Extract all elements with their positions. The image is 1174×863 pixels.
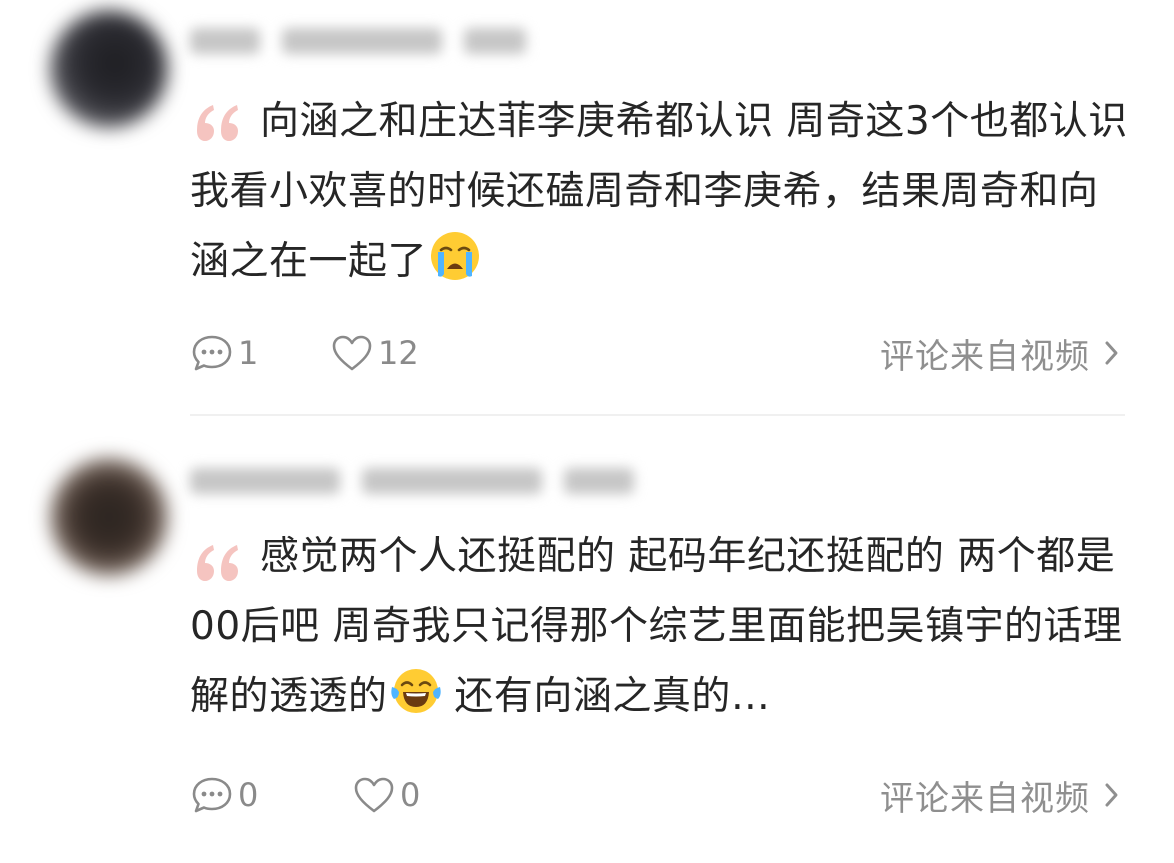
comment-meta-blurred bbox=[190, 464, 634, 498]
comment-meta-blurred bbox=[190, 24, 526, 58]
comment-text: 感觉两个人还挺配的 起码年纪还挺配的 两个都是00后吧 周奇我只记得那个综艺里面… bbox=[190, 522, 1130, 732]
comment-actions: 0 0 评论来自视频 bbox=[190, 770, 1120, 820]
heart-icon bbox=[354, 777, 394, 813]
reply-button[interactable]: 1 bbox=[190, 333, 330, 373]
comment-list: 向涵之和庄达菲李庚希都认识 周奇这3个也都认识 我看小欢喜的时候还磕周奇和李庚希… bbox=[0, 0, 1174, 863]
comment-text: 向涵之和庄达菲李庚希都认识 周奇这3个也都认识 我看小欢喜的时候还磕周奇和李庚希… bbox=[190, 87, 1130, 297]
chevron-right-icon bbox=[1105, 783, 1118, 807]
comment-body-tail: 还有向涵之真的… bbox=[441, 674, 771, 719]
avatar[interactable] bbox=[50, 10, 168, 128]
reply-count: 0 bbox=[238, 776, 259, 814]
comment-bubble-icon bbox=[192, 777, 232, 813]
avatar[interactable] bbox=[50, 458, 168, 576]
comment-item: 向涵之和庄达菲李庚希都认识 周奇这3个也都认识 我看小欢喜的时候还磕周奇和李庚希… bbox=[0, 0, 1174, 416]
chevron-right-icon bbox=[1105, 341, 1118, 365]
reply-count: 1 bbox=[238, 334, 259, 372]
comment-actions: 1 12 评论来自视频 bbox=[190, 328, 1120, 378]
heart-icon bbox=[332, 335, 372, 371]
reply-button[interactable]: 0 bbox=[190, 775, 352, 815]
comment-bubble-icon bbox=[192, 335, 232, 371]
comment-body: 向涵之和庄达菲李庚希都认识 周奇这3个也都认识 我看小欢喜的时候还磕周奇和李庚希… bbox=[190, 99, 1128, 284]
like-count: 0 bbox=[400, 776, 421, 814]
source-label: 评论来自视频 bbox=[880, 336, 1090, 377]
divider bbox=[190, 414, 1125, 416]
comment-item: 感觉两个人还挺配的 起码年纪还挺配的 两个都是00后吧 周奇我只记得那个综艺里面… bbox=[0, 440, 1174, 863]
source-label: 评论来自视频 bbox=[880, 778, 1090, 819]
like-button[interactable]: 12 bbox=[330, 333, 419, 373]
loudly-crying-face-emoji bbox=[431, 232, 480, 280]
comment-source-link[interactable]: 评论来自视频 bbox=[880, 771, 1120, 820]
like-button[interactable]: 0 bbox=[352, 775, 420, 815]
face-with-tears-of-joy-emoji bbox=[390, 669, 441, 713]
like-count: 12 bbox=[378, 334, 419, 372]
comment-source-link[interactable]: 评论来自视频 bbox=[880, 329, 1120, 378]
